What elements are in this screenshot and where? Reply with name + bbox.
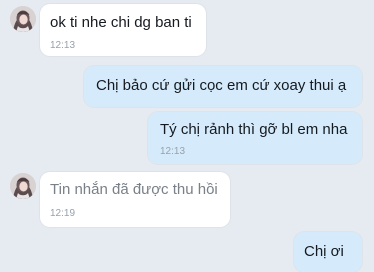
message-timestamp: 12:19 (50, 208, 76, 219)
chat-conversation: ok ti nhe chi dg ban ti 12:13 Chị bảo cứ… (0, 0, 374, 272)
message-text: ok ti nhe chi dg ban ti (50, 14, 192, 31)
contact-avatar-image (10, 173, 36, 199)
contact-avatar[interactable] (10, 173, 36, 199)
message-timestamp: 12:13 (160, 146, 186, 157)
contact-avatar[interactable] (10, 6, 36, 32)
contact-avatar-image (10, 6, 36, 32)
message-text: Tý chị rảnh thì gỡ bl em nha (160, 121, 348, 138)
recalled-message-text: Tin nhắn đã được thu hồi (50, 181, 218, 198)
message-bubble-incoming[interactable]: ok ti nhe chi dg ban ti 12:13 (40, 4, 206, 56)
message-timestamp: 12:13 (50, 40, 76, 51)
message-text: Chị ơi (304, 243, 344, 260)
message-text: Chị bảo cứ gửi cọc em cứ xoay thui ạ (96, 77, 347, 94)
message-bubble-outgoing[interactable]: Chị bảo cứ gửi cọc em cứ xoay thui ạ (84, 66, 362, 107)
message-bubble-recalled[interactable]: Tin nhắn đã được thu hồi 12:19 (40, 172, 230, 227)
message-bubble-outgoing[interactable]: Chị ơi (294, 232, 362, 272)
message-bubble-outgoing[interactable]: Tý chị rảnh thì gỡ bl em nha 12:13 (148, 112, 362, 164)
